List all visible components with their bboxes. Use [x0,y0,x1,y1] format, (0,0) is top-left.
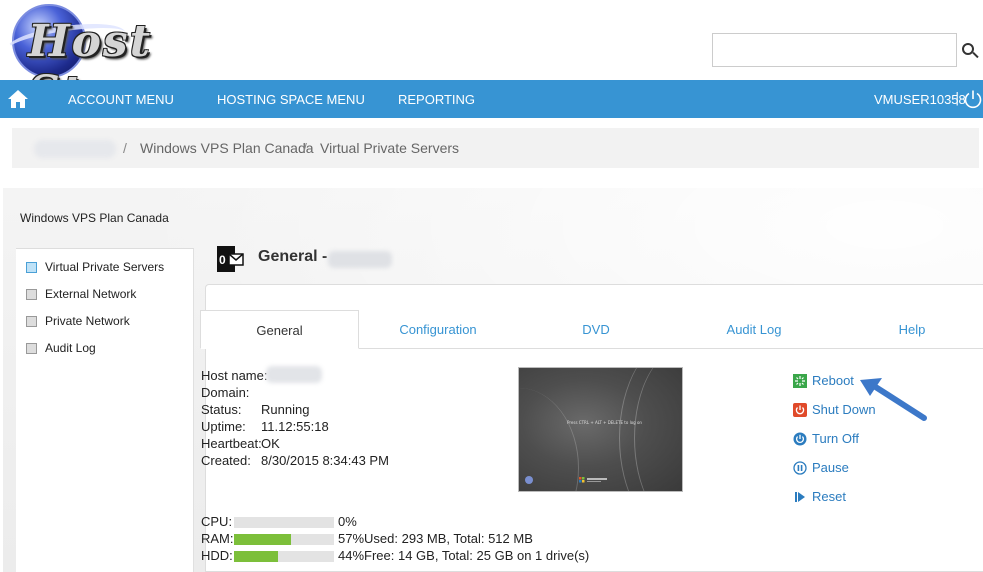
tab-audit-log[interactable]: Audit Log [675,310,833,349]
cpu-label: CPU: [201,514,233,529]
ram-usage-fill [234,534,291,545]
username[interactable]: VMUSER10358 [874,92,966,107]
annotation-arrow-icon [860,378,927,421]
shutdown-icon [793,403,807,417]
domain-label: Domain: [201,385,250,400]
server-icon [26,262,37,273]
sidebar-item-label: Private Network [45,314,130,328]
breadcrumb-separator: / [303,140,307,156]
ram-label: RAM: [201,531,234,546]
sidebar: Virtual Private Servers External Network… [16,248,194,572]
svg-text:0: 0 [219,253,226,267]
hosting-space-title: Windows VPS Plan Canada [20,211,169,225]
header: Host Stage [0,0,983,118]
host-stage-logo[interactable]: Host Stage [4,2,296,118]
breadcrumb-item-plan[interactable]: Windows VPS Plan Canada [140,140,314,156]
power-icon[interactable] [963,89,983,109]
turn-off-icon [793,432,807,446]
sidebar-item-label: External Network [45,287,137,301]
server-name-redacted [328,251,392,268]
hdd-label: HDD: [201,548,233,563]
vm-screen-thumbnail[interactable]: Press CTRL + ALT + DELETE to log on [518,367,683,492]
tab-help[interactable]: Help [833,310,983,349]
cpu-usage-text: 0% [338,514,357,529]
heartbeat-label: Heartbeat: [201,436,262,451]
breadcrumb-separator: / [123,140,127,156]
vm-logon-message: Press CTRL + ALT + DELETE to log on [567,420,642,425]
server-icon: 0 [217,246,244,272]
uptime-label: Uptime: [201,419,246,434]
search-button[interactable] [958,38,982,64]
pause-icon [793,461,807,475]
ram-usage-bar [234,534,334,545]
uptime-value: 11.12:55:18 [261,419,329,434]
reboot-icon [793,374,807,388]
sidebar-item-label: Virtual Private Servers [45,260,165,274]
search-input[interactable] [712,33,957,67]
status-label: Status: [201,402,242,417]
tab-configuration[interactable]: Configuration [359,310,517,349]
status-value: Running [261,402,310,417]
tab-general[interactable]: General [200,310,359,349]
sidebar-item-label: Audit Log [45,341,96,355]
windows-logo-icon [579,477,607,483]
tab-bar: General Configuration DVD Audit Log Help [200,310,983,349]
page-title: General - [258,248,328,265]
created-label: Created: [201,453,251,468]
nav-hosting-space-menu[interactable]: HOSTING SPACE MENU [217,92,365,107]
created-value: 8/30/2015 8:34:43 PM [261,453,389,468]
nav-account-menu[interactable]: ACCOUNT MENU [68,92,174,107]
nav-separator: | [955,91,960,106]
cpu-usage-bar [234,517,334,528]
host-name-label: Host name: [201,368,268,383]
hdd-usage-bar [234,551,334,562]
ram-usage-text: 57%Used: 293 MB, Total: 512 MB [338,531,533,546]
network-icon [26,316,37,327]
accessibility-icon [525,476,533,484]
heartbeat-value: OK [261,436,280,451]
nav-reporting[interactable]: REPORTING [398,92,475,107]
network-icon [26,289,37,300]
hdd-usage-fill [234,551,278,562]
home-icon[interactable] [6,88,30,110]
reset-icon [795,492,805,502]
main-nav: ACCOUNT MENU HOSTING SPACE MENU REPORTIN… [0,80,983,118]
hdd-usage-text: 44%Free: 14 GB, Total: 25 GB on 1 drive(… [338,548,590,563]
host-name-redacted [266,366,322,383]
tab-dvd[interactable]: DVD [517,310,675,349]
breadcrumb: / Windows VPS Plan Canada / Virtual Priv… [12,128,979,168]
log-icon [26,343,37,354]
breadcrumb-redacted-item[interactable] [34,140,116,158]
breadcrumb-item-vps[interactable]: Virtual Private Servers [320,140,459,156]
